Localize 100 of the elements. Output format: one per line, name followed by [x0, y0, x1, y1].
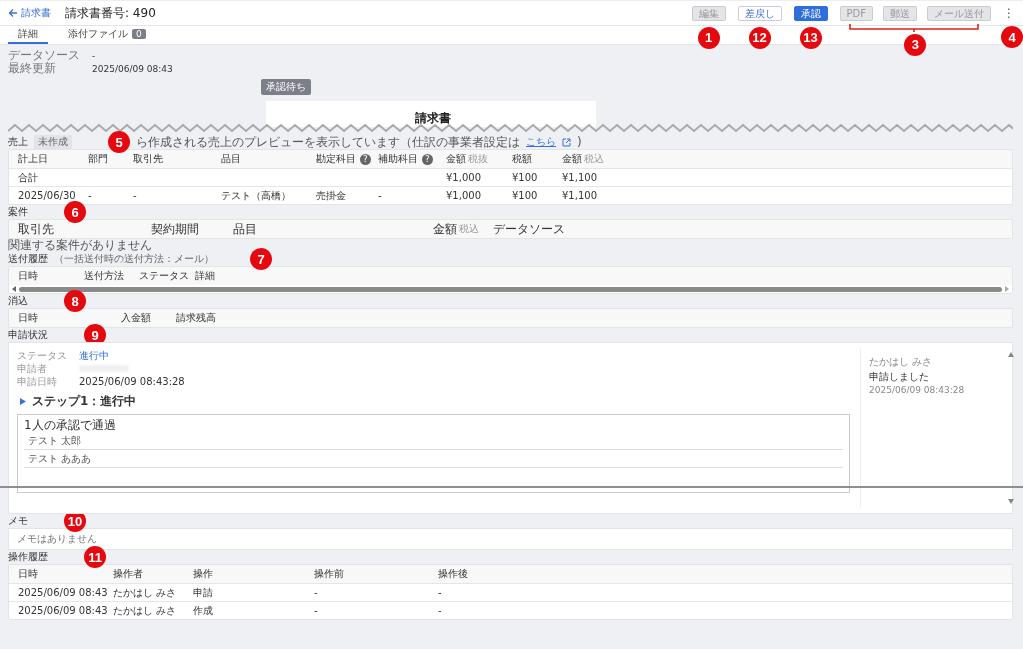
- column-header: 操作者: [113, 568, 143, 579]
- column-header: 操作前: [314, 568, 344, 579]
- timeline-time: 2025/06/09 08:43:28: [869, 385, 966, 395]
- field-label: 申請日時: [17, 374, 58, 389]
- callout-marker: 7: [250, 248, 272, 270]
- column-header: 送付方法: [84, 270, 124, 281]
- column-suffix: 税込: [584, 152, 604, 166]
- column-header: 部門: [88, 152, 108, 166]
- scroll-down-icon[interactable]: [1008, 499, 1014, 504]
- tab[interactable]: 添付ファイル 0: [58, 26, 156, 44]
- approver-name: テスト あああ: [28, 451, 92, 466]
- table-cell: -: [438, 587, 442, 598]
- table-cell: 合計: [18, 171, 38, 183]
- table-cell: たかはし みさ: [113, 604, 177, 616]
- table-cell: ¥1,000: [446, 190, 481, 201]
- table-cell: 2025/06/09 08:43: [18, 587, 108, 598]
- meta-value: 2025/06/09 08:43: [92, 63, 173, 74]
- back-arrow-icon: [8, 8, 18, 18]
- column-header: 日時: [18, 312, 38, 323]
- column-header: 勘定科目: [316, 152, 356, 166]
- column-header: 契約期間: [151, 220, 199, 238]
- action-button[interactable]: 承認: [793, 5, 828, 21]
- approver-name: テスト 太郎: [28, 433, 82, 448]
- step-toggle[interactable]: ステップ1：進行中: [20, 393, 850, 410]
- column-header: 操作後: [438, 568, 468, 579]
- table-cell: -: [378, 190, 382, 201]
- column-suffix: 税抜: [468, 152, 488, 166]
- table-cell: たかはし みさ: [113, 586, 177, 598]
- status-tag: 未作成: [34, 135, 72, 149]
- tab[interactable]: 詳細: [8, 26, 48, 44]
- column-header: 補助科目: [378, 152, 418, 166]
- column-header: 日時: [18, 568, 38, 579]
- table-cell: -: [314, 587, 318, 598]
- column-header: 計上日: [18, 152, 48, 166]
- settings-link[interactable]: こちら: [526, 135, 556, 149]
- triangle-icon: [20, 398, 26, 405]
- meta-value: -: [92, 50, 96, 61]
- back-link[interactable]: 請求書: [8, 6, 51, 20]
- column-header: 品目: [221, 152, 241, 166]
- section-title: 操作履歴: [8, 550, 48, 564]
- meta-label: データソース: [8, 47, 81, 62]
- section-title: 申請状況: [8, 328, 48, 342]
- table-cell: -: [438, 605, 442, 616]
- table-cell: -: [133, 190, 137, 201]
- section-title: メモ: [8, 514, 28, 528]
- section-subtitle: （一括送付時の送付方法：メール）: [54, 252, 214, 266]
- scroll-left-icon[interactable]: [12, 286, 17, 292]
- approval-rule: 1人の承認で通過: [24, 418, 117, 432]
- help-icon[interactable]: ?: [360, 153, 371, 165]
- column-header: 取引先: [133, 152, 163, 166]
- count-badge: 0: [132, 29, 146, 39]
- horizontal-scrollbar[interactable]: [19, 286, 1002, 292]
- timeline-user: たかはし みさ: [869, 355, 934, 369]
- column-header: 請求残高: [176, 312, 216, 323]
- field-label: 申請者: [17, 361, 48, 376]
- table-cell: ¥1,000: [446, 172, 481, 183]
- empty-message: 関連する案件がありません: [8, 239, 153, 252]
- section-title: 案件: [8, 205, 28, 219]
- note-text: ): [577, 135, 582, 149]
- callout-marker: 5: [108, 131, 130, 153]
- table-cell: 作成: [193, 604, 213, 616]
- column-header: ステータス: [139, 270, 189, 281]
- table-cell: -: [88, 190, 92, 201]
- column-header: 税額: [512, 152, 532, 166]
- action-button[interactable]: 差戻し: [737, 5, 782, 21]
- table-cell: 申請: [193, 586, 213, 598]
- table-cell: 2025/06/09 08:43: [18, 605, 108, 616]
- column-suffix: 税込: [459, 222, 479, 236]
- timeline-action: 申請しました: [869, 370, 930, 384]
- table-cell: ¥1,100: [562, 172, 597, 183]
- column-header: 日時: [18, 270, 38, 281]
- table-cell: テスト（高橋）: [221, 189, 291, 201]
- scroll-up-icon[interactable]: [1008, 352, 1014, 357]
- table-cell: -: [314, 605, 318, 616]
- field-value: 進行中: [79, 348, 109, 363]
- column-header: 金額: [446, 152, 466, 166]
- table-cell: ¥100: [512, 172, 538, 183]
- status-badge: 承認待ち: [260, 79, 311, 95]
- empty-message: メモはありません: [17, 532, 97, 546]
- external-link-icon: [562, 137, 571, 147]
- column-header: 入金額: [121, 312, 151, 323]
- column-header: データソース: [493, 220, 565, 238]
- column-header: 取引先: [18, 220, 54, 238]
- field-value: 2025/06/09 08:43:28: [79, 376, 185, 387]
- table-cell: 2025/06/30: [18, 190, 76, 201]
- table-cell: 売掛金: [316, 189, 346, 201]
- section-title: 消込: [8, 294, 28, 308]
- table-cell: ¥1,100: [562, 190, 597, 201]
- more-menu-button[interactable]: ⋮: [1003, 6, 1015, 20]
- column-header: 金額: [562, 152, 582, 166]
- column-header: 詳細: [195, 270, 215, 281]
- scroll-right-icon[interactable]: [1004, 286, 1009, 292]
- column-header: 操作: [193, 568, 213, 579]
- section-title: 売上: [8, 135, 28, 149]
- section-title: 送付履歴: [8, 252, 48, 266]
- table-cell: ¥100: [512, 190, 538, 201]
- help-icon[interactable]: ?: [422, 153, 433, 165]
- page-title: 請求書番号: 490: [65, 4, 156, 22]
- column-header: 品目: [233, 220, 257, 238]
- meta-label: 最終更新: [8, 61, 57, 77]
